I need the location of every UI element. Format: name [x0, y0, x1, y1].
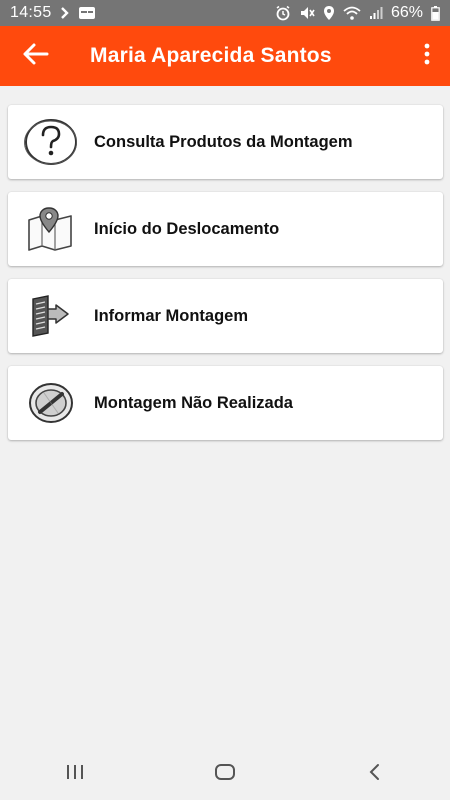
wifi-icon	[343, 6, 361, 21]
question-icon	[8, 105, 94, 179]
signal-icon	[369, 6, 383, 20]
system-nav-bar	[0, 748, 450, 800]
alarm-icon	[275, 5, 291, 21]
overflow-menu-button[interactable]	[404, 26, 450, 86]
menu-item-montagem-nao-realizada[interactable]: Montagem Não Realizada	[8, 366, 443, 440]
app-bar: Maria Aparecida Santos	[0, 26, 450, 86]
location-icon	[323, 5, 335, 21]
not-done-icon	[8, 366, 94, 440]
menu-item-informar-montagem[interactable]: Informar Montagem	[8, 279, 443, 353]
home-button[interactable]	[195, 748, 255, 800]
battery-percent: 66%	[390, 4, 423, 21]
menu-item-label: Consulta Produtos da Montagem	[94, 132, 353, 151]
report-arrow-icon	[8, 279, 94, 353]
status-bar: 14:55 66%	[0, 0, 450, 26]
menu-list: Consulta Produtos da Montagem Início do …	[8, 105, 443, 453]
battery-icon	[431, 5, 440, 21]
back-icon	[368, 763, 382, 786]
notification-card-icon	[78, 6, 96, 20]
mute-icon	[299, 5, 315, 21]
back-nav-button[interactable]	[345, 748, 405, 800]
recent-apps-button[interactable]	[45, 748, 105, 800]
chevron-right-icon	[60, 6, 70, 20]
arrow-left-icon	[21, 42, 49, 71]
menu-item-inicio-deslocamento[interactable]: Início do Deslocamento	[8, 192, 443, 266]
menu-item-label: Informar Montagem	[94, 306, 249, 325]
back-button[interactable]	[0, 26, 70, 86]
menu-item-label: Início do Deslocamento	[94, 219, 280, 238]
map-pin-icon	[8, 192, 94, 266]
home-icon	[214, 763, 236, 786]
status-time: 14:55	[10, 4, 52, 21]
menu-item-label: Montagem Não Realizada	[94, 393, 293, 412]
recent-apps-icon	[65, 764, 85, 785]
page-title: Maria Aparecida Santos	[90, 44, 332, 67]
more-vertical-icon	[424, 43, 430, 70]
menu-item-consulta-produtos[interactable]: Consulta Produtos da Montagem	[8, 105, 443, 179]
